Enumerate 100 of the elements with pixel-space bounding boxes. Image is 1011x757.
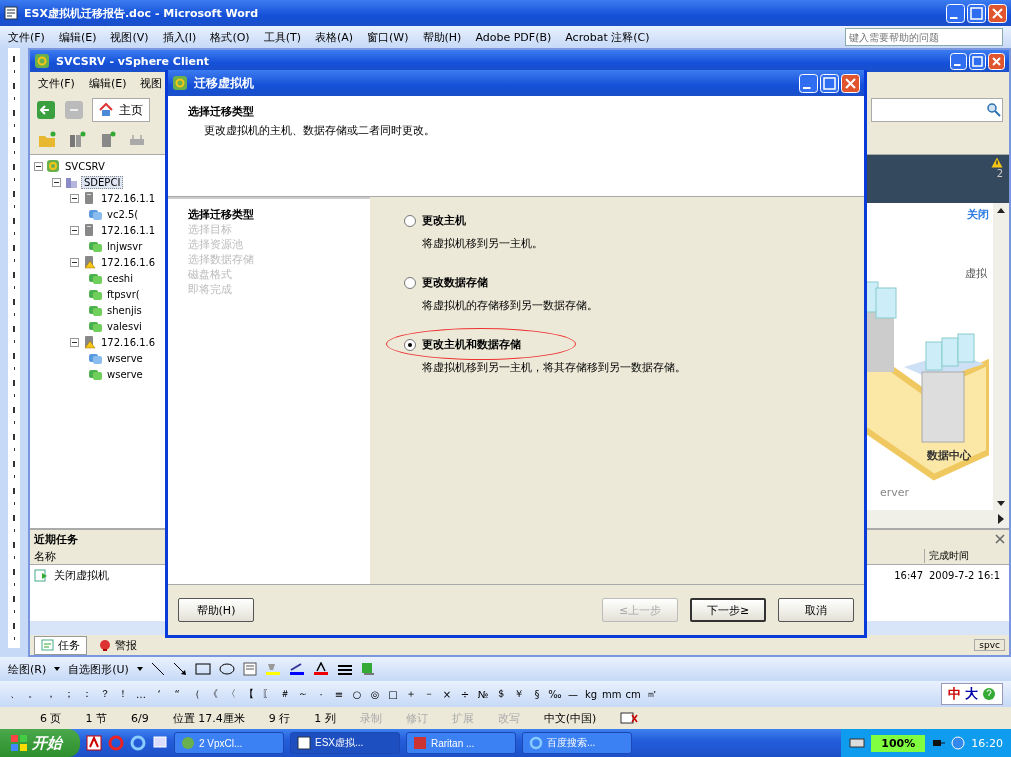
maximize-icon[interactable] <box>967 3 986 23</box>
search-field[interactable] <box>871 98 1003 122</box>
address-field[interactable]: 主页 <box>92 98 150 122</box>
symbol-key[interactable]: mm <box>602 688 622 700</box>
ime-mode[interactable]: 中 <box>948 685 961 703</box>
symbol-key[interactable]: · <box>314 688 328 700</box>
network-icon[interactable] <box>951 736 966 750</box>
symbol-key[interactable]: ！ <box>116 687 130 701</box>
tree-item[interactable]: valesvi <box>105 320 144 332</box>
textbox-tool-icon[interactable] <box>242 662 257 676</box>
symbol-key[interactable]: ‰ <box>548 688 562 700</box>
collapse-toggle[interactable] <box>70 193 79 203</box>
tree-item[interactable]: wserve <box>105 352 145 364</box>
option-label[interactable]: 更改主机 <box>422 213 466 228</box>
help-icon[interactable] <box>982 687 996 701</box>
symbol-key[interactable]: 〈 <box>224 687 238 701</box>
symbol-key[interactable]: § <box>530 688 544 700</box>
symbol-key[interactable]: ， <box>44 687 58 701</box>
close-icon[interactable] <box>995 534 1005 544</box>
option-label[interactable]: 更改主机和数据存储 <box>422 337 521 352</box>
column-header[interactable]: 名称 <box>30 548 60 564</box>
symbol-key[interactable]: 、 <box>8 687 22 701</box>
symbol-key[interactable]: ‘ <box>152 688 166 700</box>
menu-item[interactable]: 格式(O) <box>210 29 250 45</box>
minimize-icon[interactable] <box>950 52 967 70</box>
dialog-button[interactable]: 帮助(H) <box>178 598 254 622</box>
wizard-step[interactable]: 选择迁移类型 <box>188 207 350 222</box>
symbol-key[interactable]: ＋ <box>404 687 418 701</box>
symbol-key[interactable]: ？ <box>98 687 112 701</box>
symbol-key[interactable]: “ <box>170 688 184 700</box>
option-label[interactable]: 更改数据存储 <box>422 275 488 290</box>
column-header[interactable]: 完成时间 <box>924 549 1009 563</box>
menu-item[interactable]: 文件(F) <box>38 75 75 91</box>
symbol-key[interactable]: 〖 <box>260 687 274 701</box>
toolbar-menu[interactable]: 自选图形(U) <box>68 661 129 677</box>
minimize-icon[interactable] <box>799 73 818 93</box>
symbol-key[interactable]: ＃ <box>278 687 292 701</box>
symbol-key[interactable]: ； <box>62 687 76 701</box>
menu-item[interactable]: Acrobat 注释(C) <box>565 29 650 45</box>
font-color-icon[interactable] <box>312 662 329 676</box>
symbol-key[interactable]: ○ <box>350 688 364 700</box>
radio-button[interactable] <box>404 338 416 351</box>
symbol-key[interactable]: ： <box>80 687 94 701</box>
symbol-key[interactable]: ～ <box>296 687 310 701</box>
maximize-icon[interactable] <box>969 52 986 70</box>
menu-item[interactable]: 文件(F) <box>8 29 45 45</box>
line-style-icon[interactable] <box>336 662 353 676</box>
collapse-toggle[interactable] <box>70 337 79 347</box>
arrow-tool-icon[interactable] <box>172 662 187 676</box>
desktop-icon[interactable] <box>152 735 168 751</box>
menu-item[interactable]: Adobe PDF(B) <box>475 30 552 44</box>
taskbar-button[interactable]: 2 VpxCl... <box>174 732 284 754</box>
menu-item[interactable]: 视图 <box>140 75 163 91</box>
menu-item[interactable]: 编辑(E) <box>88 75 127 91</box>
toolbar-menu[interactable]: 绘图(R) <box>8 661 47 677</box>
radio-button[interactable] <box>404 276 416 289</box>
symbol-key[interactable]: kg <box>584 688 598 700</box>
taskbar-button[interactable]: ESX虚拟... <box>290 732 400 754</box>
symbol-key[interactable]: 【 <box>242 687 256 701</box>
menu-item[interactable]: 编辑(E) <box>58 29 97 45</box>
tree-item[interactable]: 172.16.1.6 <box>99 336 158 348</box>
taskbar-button[interactable]: Raritan ... <box>406 732 516 754</box>
menu-item[interactable]: 表格(A) <box>314 29 354 45</box>
vertical-scrollbar[interactable] <box>993 203 1009 510</box>
symbol-key[interactable]: ≡ <box>332 688 346 700</box>
menu-item[interactable]: 工具(T) <box>263 29 301 45</box>
pdf-icon[interactable] <box>86 735 102 751</box>
tab[interactable]: 警报 <box>91 635 144 655</box>
tree-item[interactable]: vc2.5( <box>105 208 141 220</box>
tree-item[interactable]: shenjis <box>105 304 144 316</box>
tree-item[interactable]: ftpsvr( <box>105 288 142 300</box>
close-link[interactable]: 关闭 <box>967 207 989 222</box>
collapse-toggle[interactable] <box>70 257 79 267</box>
dialog-button[interactable]: 取消 <box>778 598 854 622</box>
folder-icon[interactable] <box>38 131 56 149</box>
collapse-toggle[interactable] <box>70 225 79 235</box>
ime-mode[interactable]: 大 <box>965 685 978 703</box>
tree-item[interactable]: 172.16.1.6 <box>99 256 158 268</box>
line-tool-icon[interactable] <box>150 662 165 676</box>
symbol-key[interactable]: ＄ <box>494 687 508 701</box>
oval-tool-icon[interactable] <box>218 662 235 676</box>
collapse-toggle[interactable] <box>34 161 43 171</box>
minimize-icon[interactable] <box>946 3 965 23</box>
symbol-key[interactable]: □ <box>386 688 400 700</box>
back-icon[interactable] <box>36 100 56 120</box>
dialog-button[interactable]: 下一步≥ <box>690 598 766 622</box>
symbol-key[interactable]: － <box>422 687 436 701</box>
keyboard-icon[interactable] <box>849 737 866 749</box>
help-search-field[interactable]: 键入需要帮助的问题 <box>845 28 1003 46</box>
symbol-key[interactable]: — <box>566 688 580 700</box>
maximize-icon[interactable] <box>820 73 839 93</box>
symbol-key[interactable]: cm <box>625 688 641 700</box>
symbol-key[interactable]: ◎ <box>368 688 382 700</box>
symbol-key[interactable]: 《 <box>206 687 220 701</box>
taskbar-button[interactable]: 百度搜索... <box>522 732 632 754</box>
tree-item[interactable]: SVCSRV <box>63 160 107 172</box>
tree-item[interactable]: lnjwsvr <box>105 240 145 252</box>
hosts-icon[interactable] <box>68 131 86 149</box>
symbol-key[interactable]: … <box>134 688 148 700</box>
menu-item[interactable]: 窗口(W) <box>367 29 409 45</box>
